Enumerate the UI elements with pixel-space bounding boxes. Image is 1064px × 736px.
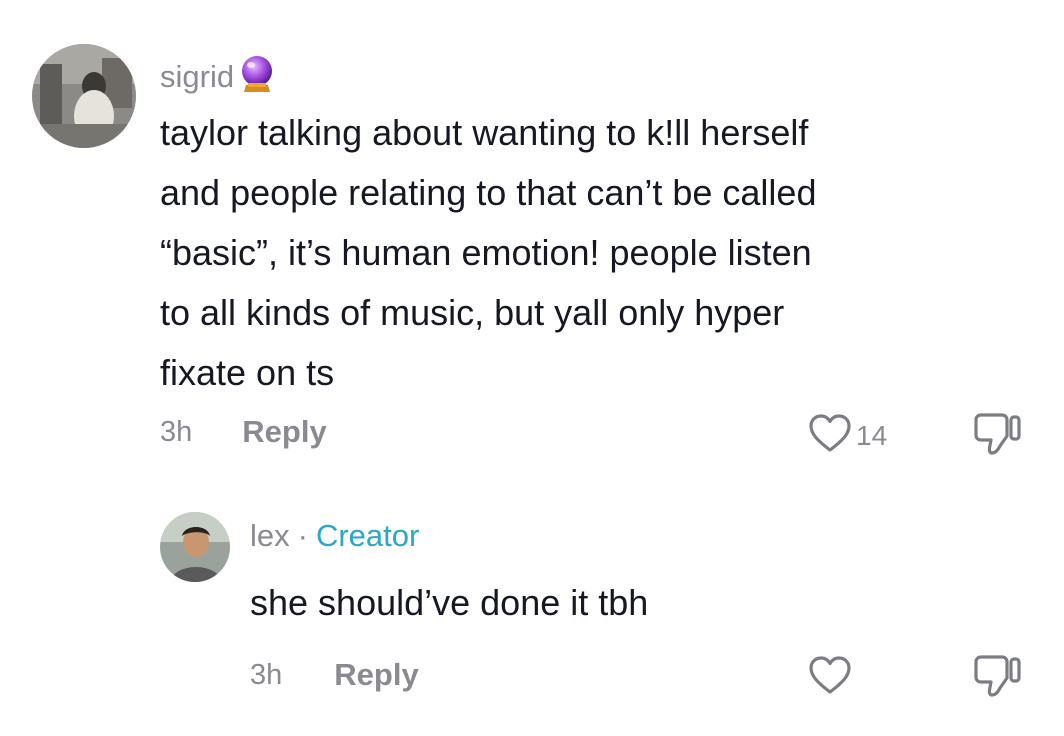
like-button[interactable] [808,655,852,700]
reply-time: 3h [250,658,283,691]
crystal-ball-icon [238,54,276,99]
dislike-button[interactable] [970,654,1024,705]
reply-text: she should’ve done it tbh [250,582,649,623]
avatar[interactable] [160,512,230,582]
avatar[interactable] [32,44,136,148]
thumbs-down-icon [970,654,1024,705]
heart-icon [808,413,852,458]
comment-text: taylor talking about wanting to k!ll her… [160,112,817,393]
creator-badge: Creator [315,518,420,553]
reply-button[interactable]: Reply [242,414,326,450]
thumbs-down-icon [970,412,1024,463]
dislike-button[interactable] [970,412,1024,463]
reply-meta: 3h Reply [250,657,419,693]
comment-username[interactable]: sigrid [160,54,276,99]
reply-username[interactable]: lex · Creator [250,520,419,551]
separator: · [297,518,308,553]
comment-meta: 3h Reply [160,414,327,450]
username-label: sigrid [160,59,235,94]
like-button[interactable]: 14 [808,413,887,458]
like-count: 14 [856,419,888,451]
username-label: lex [250,518,290,553]
reply-button[interactable]: Reply [334,657,418,693]
comment-time: 3h [160,415,193,448]
heart-icon [808,655,852,700]
